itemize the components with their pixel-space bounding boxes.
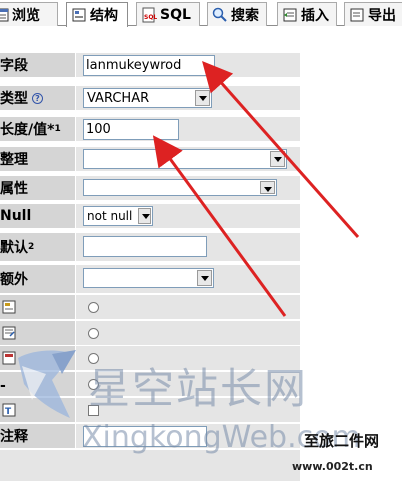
tab-export-label: 导出 <box>368 7 396 24</box>
field-name-input[interactable]: lanmukeywrod <box>83 55 215 76</box>
sql-icon: SQL <box>141 7 157 23</box>
tab-search[interactable]: 搜索 <box>207 2 267 26</box>
collation-label: 整理 <box>0 147 75 171</box>
chevron-down-icon <box>195 90 210 106</box>
row-extra: 额外 <box>0 265 300 293</box>
row-attributes: 属性 <box>0 176 300 201</box>
row-length: 长度/值* 1 100 <box>0 117 300 142</box>
tab-structure[interactable]: 结构 <box>66 2 128 27</box>
default-footnote: 2 <box>28 242 35 252</box>
index-icon <box>2 326 16 340</box>
search-icon <box>212 7 228 23</box>
index-cell <box>76 321 300 345</box>
extra-select[interactable] <box>83 268 214 288</box>
chevron-down-icon <box>270 151 285 167</box>
default-label-cell: 默认 2 <box>0 233 75 261</box>
type-select-value: VARCHAR <box>87 90 150 106</box>
type-cell: VARCHAR <box>76 86 300 110</box>
row-type: 类型 ? VARCHAR <box>0 86 300 111</box>
null-select-value: not null <box>87 209 133 223</box>
attributes-cell <box>76 176 300 200</box>
type-label: 类型 <box>0 91 28 107</box>
watermark-signature: 至旅二件网 <box>304 432 380 450</box>
length-input[interactable]: 100 <box>83 119 179 140</box>
tab-export[interactable]: 导出 <box>344 2 402 26</box>
watermark-logo <box>18 350 76 418</box>
type-label-cell: 类型 ? <box>0 86 75 110</box>
chevron-down-icon <box>138 208 151 224</box>
index-radio[interactable] <box>88 328 99 339</box>
length-label-cell: 长度/值* 1 <box>0 117 75 141</box>
row-field: 字段 lanmukeywrod <box>0 53 300 78</box>
svg-text:T: T <box>5 407 12 417</box>
default-cell <box>76 233 300 261</box>
tab-sql-label: SQL <box>160 6 191 23</box>
length-footnote: 1 <box>54 124 61 134</box>
primary-key-icon <box>2 300 16 314</box>
attributes-select[interactable] <box>83 179 277 196</box>
row-primary <box>0 295 300 320</box>
watermark-chinese-text: 星空站长网 <box>88 364 309 413</box>
chevron-down-icon <box>197 270 212 286</box>
field-cell: lanmukeywrod <box>76 53 300 77</box>
tab-search-label: 搜索 <box>231 7 259 24</box>
row-default: 默认 2 <box>0 233 300 261</box>
extra-cell <box>76 265 300 293</box>
tab-insert[interactable]: 插入 <box>277 2 337 26</box>
null-select[interactable]: not null <box>83 206 153 226</box>
svg-text:SQL: SQL <box>144 14 157 21</box>
collation-select[interactable] <box>83 149 287 169</box>
length-cell: 100 <box>76 117 300 141</box>
primary-key-radio[interactable] <box>88 302 99 313</box>
field-label: 字段 <box>0 53 75 77</box>
structure-icon <box>71 7 87 23</box>
length-label: 长度/值* <box>0 122 55 138</box>
tab-structure-label: 结构 <box>90 8 118 24</box>
null-label: Null <box>0 204 75 228</box>
browse-icon <box>0 7 9 23</box>
extra-label: 额外 <box>0 265 75 293</box>
tab-insert-label: 插入 <box>301 7 329 24</box>
help-icon[interactable]: ? <box>32 92 43 104</box>
insert-icon <box>282 7 298 23</box>
type-select[interactable]: VARCHAR <box>83 88 212 108</box>
watermark-url: www.002t.cn <box>292 460 373 473</box>
tab-bar: 浏览 结构 SQL SQL 搜索 插入 导出 <box>0 0 402 27</box>
tab-browse-label: 浏览 <box>12 7 40 24</box>
attributes-label: 属性 <box>0 176 75 200</box>
tab-browse[interactable]: 浏览 <box>0 2 58 26</box>
primary-key-label-cell <box>0 295 75 319</box>
row-collation: 整理 <box>0 147 300 172</box>
null-cell: not null <box>76 204 300 228</box>
collation-cell <box>76 147 300 171</box>
dash-mark: - <box>0 378 6 394</box>
default-input[interactable] <box>83 236 207 257</box>
primary-cell <box>76 295 300 319</box>
export-icon <box>349 7 365 23</box>
chevron-down-icon <box>260 181 275 194</box>
row-null: Null not null <box>0 204 300 229</box>
default-label: 默认 <box>0 240 28 256</box>
tab-sql[interactable]: SQL SQL <box>136 2 200 26</box>
